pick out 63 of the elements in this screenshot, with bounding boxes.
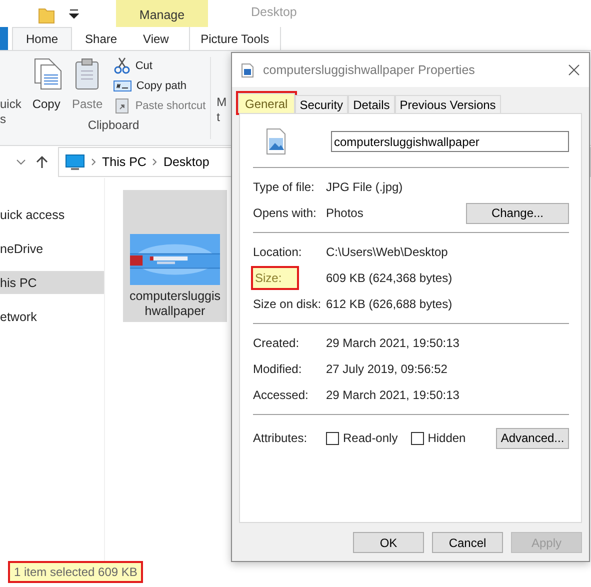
- ribbon-tab[interactable]: Picture Tools: [188, 27, 281, 50]
- property-label: Created:: [253, 336, 300, 350]
- tab[interactable]: General: [238, 93, 295, 113]
- window-title: Desktop: [251, 5, 297, 21]
- scissors-icon: [113, 57, 132, 74]
- property-value: 27 July 2019, 09:56:52: [326, 362, 448, 376]
- chevron-right-icon: [91, 158, 96, 166]
- pin-button-label[interactable]: uick s: [0, 57, 22, 145]
- property-value: C:\Users\Web\Desktop: [326, 245, 449, 259]
- property-label: Modified:: [253, 362, 303, 376]
- dialog-button[interactable]: OK: [353, 532, 424, 553]
- nav-item[interactable]: uick access: [0, 203, 104, 226]
- property-label: Location:: [253, 245, 303, 259]
- property-value: 612 KB (626,688 bytes): [326, 297, 454, 311]
- move-button-label[interactable]: M t: [216, 57, 227, 145]
- group-label: Clipboard: [86, 118, 140, 132]
- chevron-right-icon: [152, 158, 158, 166]
- copy-path-button[interactable]: Copy path: [113, 77, 206, 94]
- status-text: 1 item selected 609 KB: [10, 563, 142, 581]
- close-icon: [568, 64, 580, 76]
- property-value: JPG File (.jpg): [326, 180, 404, 194]
- ribbon-tab[interactable]: Home: [12, 27, 72, 50]
- breadcrumb[interactable]: This PC: [102, 155, 146, 169]
- name-field[interactable]: computersluggishwallpaper: [331, 131, 569, 152]
- property-label: Size:: [253, 268, 297, 288]
- image-file-icon: [241, 62, 254, 78]
- copy-button[interactable]: Copy: [27, 57, 66, 114]
- property-label: Type of file:: [253, 180, 316, 194]
- property-label: Accessed:: [253, 388, 310, 402]
- up-arrow-icon: [36, 155, 48, 169]
- property-label: Opens with:: [253, 206, 318, 220]
- image-file-icon: [266, 128, 286, 155]
- checkbox[interactable]: [326, 432, 339, 444]
- property-value: 29 March 2021, 19:50:13: [326, 388, 460, 402]
- file-item[interactable]: computersluggishwallpaper: [123, 190, 227, 322]
- cut-button[interactable]: Cut: [113, 57, 206, 74]
- dialog-title: computersluggishwallpaper Properties: [263, 63, 476, 77]
- property-label: Attributes:: [253, 431, 308, 445]
- nav-item[interactable]: neDrive: [0, 237, 104, 260]
- caret-icon: [69, 8, 79, 20]
- property-value: 29 March 2021, 19:50:13: [326, 336, 460, 350]
- checkbox-label[interactable]: Hidden: [428, 431, 466, 445]
- contextual-header: Manage: [116, 0, 208, 27]
- checkbox[interactable]: [410, 432, 424, 444]
- nav-item[interactable]: etwork: [0, 305, 104, 328]
- ribbon-tab[interactable]: Share: [72, 27, 130, 50]
- property-label: Size on disk:: [253, 297, 322, 311]
- property-value: 609 KB (624,368 bytes): [326, 271, 454, 285]
- file-name: computersluggishwallpaper: [128, 289, 222, 319]
- tab[interactable]: Security: [294, 95, 348, 113]
- advanced-button[interactable]: Advanced...: [496, 428, 569, 448]
- change-button[interactable]: Change...: [466, 202, 569, 224]
- nav-item[interactable]: his PC: [0, 271, 104, 294]
- dialog-button[interactable]: Cancel: [432, 532, 503, 553]
- tab[interactable]: Details: [348, 95, 395, 113]
- ribbon-tab[interactable]: View: [130, 27, 182, 50]
- checkbox-label[interactable]: Read-only: [343, 431, 398, 445]
- monitor-icon: [65, 154, 85, 170]
- breadcrumb[interactable]: Desktop: [163, 155, 210, 169]
- tab[interactable]: Previous Versions: [394, 95, 501, 113]
- shortcut-icon: [113, 97, 132, 114]
- chevron-down-icon: [16, 158, 26, 166]
- property-value: Photos: [326, 206, 364, 220]
